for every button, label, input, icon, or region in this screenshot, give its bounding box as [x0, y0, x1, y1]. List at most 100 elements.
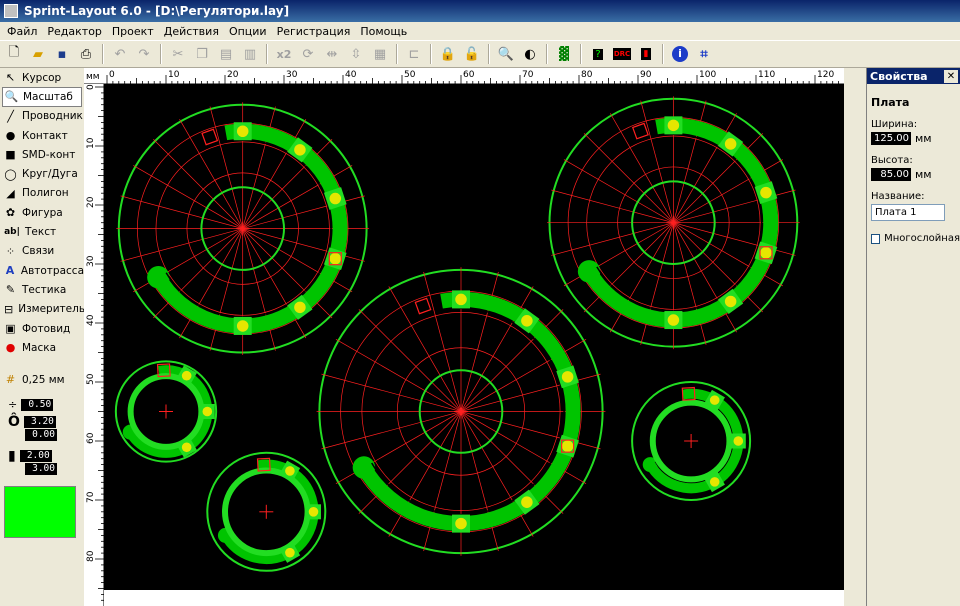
- smd-height-input[interactable]: 3.00: [25, 462, 57, 475]
- tool-item[interactable]: ● Контакт: [0, 126, 84, 145]
- undo-button[interactable]: ↶: [109, 43, 131, 65]
- toolbar-separator: [580, 44, 582, 64]
- tool-item[interactable]: 🔍 Масштаб: [2, 87, 82, 107]
- menu-project[interactable]: Проект: [107, 25, 159, 38]
- height-row: 85.00 мм: [867, 168, 960, 181]
- multilayer-label: Многослойная: [884, 233, 960, 244]
- canvas-bottom-area: [104, 590, 844, 606]
- zoom-button[interactable]: 🔍: [495, 43, 517, 65]
- lock-button[interactable]: 🔒: [437, 43, 459, 65]
- tool-item[interactable]: A Автотрасса: [0, 261, 84, 280]
- ruler-unit-label: мм: [86, 72, 100, 82]
- pad-hole: [667, 314, 680, 326]
- pad-hole: [329, 252, 342, 265]
- new-file-button[interactable]: 🗋: [3, 43, 25, 65]
- tool-item[interactable]: ● Маска: [0, 338, 84, 357]
- regulator-board: [116, 102, 370, 355]
- copy-button[interactable]: ❐: [191, 43, 213, 65]
- unlock-button[interactable]: 🔓: [461, 43, 483, 65]
- print-button[interactable]: ⎙: [75, 43, 97, 65]
- multilayer-checkbox[interactable]: [871, 233, 881, 244]
- drc-button[interactable]: DRC: [611, 43, 633, 65]
- copy-icon: ❐: [196, 46, 208, 62]
- layer-color-swatch[interactable]: [4, 486, 76, 538]
- tool-label: Связи: [22, 245, 55, 258]
- save-button[interactable]: ▪: [51, 43, 73, 65]
- menu-help[interactable]: Помощь: [355, 25, 412, 38]
- ruler-number: 70: [86, 491, 96, 503]
- crop-button[interactable]: ⌗: [693, 43, 715, 65]
- component-library-button[interactable]: ▓: [553, 43, 575, 65]
- tool-item[interactable]: ◢ Полигон: [0, 184, 84, 203]
- smd-width-input[interactable]: 2.00: [19, 449, 52, 462]
- rotate-button[interactable]: ⟳: [297, 43, 319, 65]
- tool-item[interactable]: ◯ Круг/Дуга: [0, 164, 84, 183]
- open-file-button[interactable]: ▰: [27, 43, 49, 65]
- ruler-number: 90: [640, 70, 652, 80]
- track-icon: ╱: [7, 109, 14, 123]
- pad-hole: [294, 301, 306, 314]
- align-icon: ⊏: [408, 46, 420, 62]
- tool-item[interactable]: ✿ Фигура: [0, 203, 84, 222]
- menu-file[interactable]: Файл: [2, 25, 42, 38]
- pad-hole: [236, 125, 249, 138]
- tool-item[interactable]: ▣ Фотовид: [0, 319, 84, 338]
- track-width-input[interactable]: 0.50: [21, 398, 54, 411]
- tool-item[interactable]: ⁘ Связи: [0, 242, 84, 261]
- pcb-canvas[interactable]: [104, 84, 844, 590]
- menu-options[interactable]: Опции: [224, 25, 272, 38]
- menu-registration[interactable]: Регистрация: [272, 25, 356, 38]
- pad-inner-input[interactable]: 0.00: [25, 428, 57, 441]
- menu-edit[interactable]: Редактор: [42, 25, 107, 38]
- check-connections-icon: ?: [593, 48, 603, 60]
- ruler-number: 120: [817, 70, 834, 80]
- redo-icon: ↷: [138, 46, 150, 62]
- duplicate-button[interactable]: x2: [273, 43, 295, 65]
- contrast-button[interactable]: ◐: [519, 43, 541, 65]
- tool-item[interactable]: ✎ Тестика: [0, 280, 84, 299]
- paste-button[interactable]: ▤: [215, 43, 237, 65]
- pad-hole: [455, 293, 467, 306]
- scissors-icon: ✂: [172, 46, 184, 62]
- regulator-board: [114, 360, 218, 463]
- group-button[interactable]: ▦: [369, 43, 391, 65]
- grid-setting[interactable]: # 0,25 мм: [0, 370, 84, 389]
- redo-button[interactable]: ↷: [133, 43, 155, 65]
- device-button[interactable]: ▮: [635, 43, 657, 65]
- board-height-input[interactable]: 85.00: [871, 168, 911, 181]
- tool-item[interactable]: ab| Текст: [0, 222, 84, 241]
- vertical-ruler: 0 10 20 30 40 50 60 70 80: [84, 84, 104, 606]
- pad-hole: [709, 477, 720, 487]
- toolbar-separator: [546, 44, 548, 64]
- menu-actions[interactable]: Действия: [159, 25, 224, 38]
- tool-item[interactable]: ↖ Курсор: [0, 68, 84, 87]
- pad-outer-input[interactable]: 3.20: [23, 415, 56, 428]
- tool-item[interactable]: ╱ Проводник: [0, 107, 84, 126]
- tool-label: Измеритель: [18, 303, 86, 316]
- regulator-board: [631, 381, 752, 501]
- board-width-input[interactable]: 125.00: [871, 132, 911, 145]
- delete-button[interactable]: ▥: [239, 43, 261, 65]
- mirror-v-button[interactable]: ⇳: [345, 43, 367, 65]
- pad-hole: [709, 395, 720, 405]
- cut-button[interactable]: ✂: [167, 43, 189, 65]
- tool-item[interactable]: ⊟ Измеритель: [0, 300, 86, 319]
- mirror-h-button[interactable]: ⇹: [321, 43, 343, 65]
- ruler-number: 110: [758, 70, 775, 80]
- close-icon[interactable]: ✕: [944, 69, 958, 83]
- align-button[interactable]: ⊏: [403, 43, 425, 65]
- tool-item[interactable]: ■ SMD-конт: [0, 145, 84, 164]
- ruler-number: 100: [699, 70, 716, 80]
- multilayer-option[interactable]: Многослойная: [867, 221, 960, 244]
- tool-label: Масштаб: [23, 90, 73, 103]
- check-button[interactable]: ?: [587, 43, 609, 65]
- tool-label: Фотовид: [22, 322, 71, 335]
- tool-label: Маска: [22, 341, 57, 354]
- group-icon: ▦: [373, 46, 387, 62]
- rotate-icon: ⟳: [302, 46, 314, 62]
- info-button[interactable]: i: [669, 43, 691, 65]
- ruler-number: 80: [581, 70, 593, 80]
- smd-size-icon: ▮: [8, 447, 16, 464]
- board-name-input[interactable]: Плата 1: [871, 204, 945, 221]
- tool-label: Автотрасса: [20, 264, 84, 277]
